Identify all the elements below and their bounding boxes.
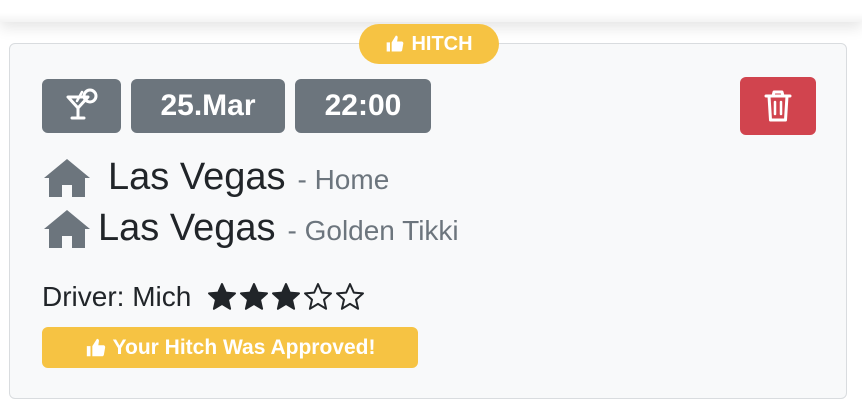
previous-card-edge — [0, 0, 862, 22]
thumbs-up-icon — [86, 338, 105, 356]
star-filled-icon — [240, 283, 269, 310]
thumbs-up-icon — [387, 35, 404, 52]
route-destination: Las Vegas - Golden Tikki — [42, 207, 459, 250]
star-filled-icon — [272, 283, 301, 310]
star-empty-icon — [304, 283, 333, 310]
hitch-type-label: HITCH — [411, 32, 473, 55]
driver-rating — [207, 282, 365, 312]
time-badge: 22:00 — [295, 79, 431, 133]
ride-type-badge — [42, 79, 121, 133]
destination-city: Las Vegas — [98, 207, 276, 249]
delete-button[interactable] — [740, 77, 816, 135]
driver-label: Driver: Mich — [42, 281, 192, 312]
approval-status-label: Your Hitch Was Approved! — [112, 335, 376, 359]
star-filled-icon — [208, 283, 237, 310]
approval-status-badge: Your Hitch Was Approved! — [42, 327, 418, 368]
home-icon — [44, 209, 90, 248]
trash-icon — [764, 90, 792, 122]
star-empty-icon — [336, 283, 365, 310]
cocktail-icon — [66, 88, 97, 120]
hitch-type-badge: HITCH — [359, 24, 499, 64]
date-badge: 25.Mar — [131, 79, 285, 133]
driver-info: Driver: Mich — [42, 279, 365, 315]
origin-place: - Home — [297, 164, 390, 195]
origin-city: Las Vegas — [108, 156, 286, 198]
home-icon — [44, 158, 90, 197]
route-origin: Las Vegas - Home — [42, 156, 389, 199]
destination-place: - Golden Tikki — [287, 215, 459, 246]
